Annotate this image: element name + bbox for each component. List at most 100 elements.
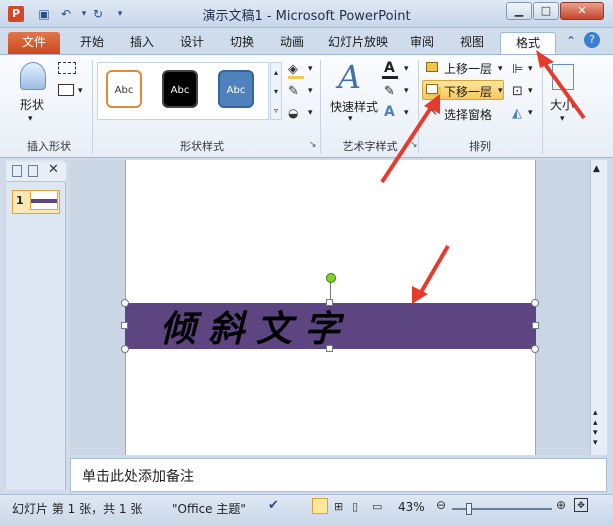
shapes-icon[interactable] [20, 62, 46, 90]
shape-fill-dropdown-icon[interactable]: ▾ [308, 64, 313, 74]
text-outline-icon[interactable]: ✎ [384, 84, 395, 99]
selection-pane-button[interactable]: 选择窗格 [444, 106, 492, 123]
separator [92, 60, 93, 154]
shape-effects-icon[interactable]: ◒ [288, 106, 304, 120]
edit-shape-icon[interactable] [58, 62, 76, 74]
shape-style-1[interactable]: Abc [106, 70, 142, 108]
resize-handle-bottom-left[interactable] [121, 345, 129, 353]
tab-format[interactable]: 格式 [500, 32, 556, 54]
send-backward-label: 下移一层 [444, 85, 493, 99]
minimize-button[interactable]: ▁ [506, 2, 532, 20]
slide-info: 幻灯片 第 1 张，共 1 张 [12, 502, 143, 516]
text-fill-icon[interactable]: A [384, 60, 395, 76]
separator [418, 60, 419, 154]
gallery-scroll[interactable]: ▴ ▾ ▿ [270, 62, 282, 120]
bring-forward-icon[interactable] [426, 62, 438, 72]
text-box-dropdown-icon[interactable]: ▾ [78, 86, 83, 96]
arrange-group-label: 排列 [469, 140, 491, 153]
shapes-dropdown-icon[interactable]: ▾ [28, 114, 33, 124]
wordart-launcher-icon[interactable]: ↘ [410, 140, 418, 150]
quick-styles-label[interactable]: 快速样式 [330, 98, 378, 115]
theme-name[interactable]: "Office 主题" [172, 500, 246, 517]
reading-view-icon[interactable]: ▯ [352, 500, 358, 513]
shape-outline-icon[interactable]: ✎ [288, 84, 304, 99]
shape-fill-color-bar [288, 76, 304, 79]
minimize-ribbon-icon[interactable]: ⌃ [566, 34, 576, 48]
textbox-text[interactable]: 倾斜文字 [160, 300, 420, 352]
close-button[interactable]: ✕ [560, 2, 604, 20]
shape-styles-launcher-icon[interactable]: ↘ [309, 140, 317, 150]
text-fill-dropdown-icon[interactable]: ▾ [404, 64, 409, 74]
tab-view[interactable]: 视图 [450, 32, 494, 54]
bring-forward-button[interactable]: 上移一层 [444, 60, 492, 77]
notes-placeholder[interactable]: 单击此处添加备注 [82, 466, 194, 486]
group-dropdown-icon[interactable]: ▾ [528, 86, 533, 96]
size-label[interactable]: 大小 [550, 96, 574, 113]
resize-handle-top-right[interactable] [531, 299, 539, 307]
zoom-level[interactable]: 43% [398, 500, 425, 514]
help-icon[interactable]: ? [584, 32, 600, 48]
normal-view-icon[interactable] [312, 498, 328, 514]
insert-shapes-group-label: 插入形状 [27, 140, 71, 153]
zoom-slider-thumb[interactable] [466, 503, 472, 515]
scroll-up-icon[interactable]: ▲ [593, 164, 600, 174]
tab-transitions[interactable]: 切换 [220, 32, 264, 54]
wordart-icon[interactable]: A [338, 58, 361, 96]
resize-handle-bottom-right[interactable] [531, 345, 539, 353]
zoom-out-icon[interactable]: ⊖ [436, 498, 446, 512]
spell-check-icon[interactable]: ✔ [268, 498, 279, 513]
resize-handle-bottom[interactable] [326, 345, 333, 352]
tab-design[interactable]: 设计 [170, 32, 214, 54]
send-backward-icon [426, 84, 438, 94]
rotation-handle[interactable] [326, 273, 336, 283]
resize-handle-right[interactable] [532, 322, 539, 329]
tab-home[interactable]: 开始 [70, 32, 114, 54]
slide-number: 1 [16, 194, 24, 207]
next-slide-icon[interactable]: ▾ ▾ [593, 428, 598, 448]
thumbnail-shape [31, 199, 57, 203]
separator [320, 60, 321, 154]
text-fill-color-bar [382, 76, 398, 79]
shape-style-3[interactable]: Abc [218, 70, 254, 108]
rotate-icon[interactable]: ◭ [512, 106, 522, 121]
shape-styles-group-label: 形状样式 [180, 140, 224, 153]
fit-to-window-icon[interactable]: ✥ [574, 498, 588, 512]
shapes-label[interactable]: 形状 [20, 96, 44, 113]
tab-animations[interactable]: 动画 [270, 32, 314, 54]
size-icon[interactable] [552, 64, 574, 90]
selection-pane-icon[interactable]: ↖ [428, 104, 438, 118]
shape-outline-dropdown-icon[interactable]: ▾ [308, 86, 313, 96]
rotate-dropdown-icon[interactable]: ▾ [528, 108, 533, 118]
send-backward-dropdown-icon[interactable]: ▾ [498, 86, 503, 96]
shape-effects-dropdown-icon[interactable]: ▾ [308, 108, 313, 118]
maximize-button[interactable]: □ [533, 2, 559, 20]
text-effects-dropdown-icon[interactable]: ▾ [404, 108, 409, 118]
group-objects-icon[interactable]: ⊡ [512, 84, 523, 99]
slides-tab-icon[interactable] [12, 165, 22, 177]
text-outline-dropdown-icon[interactable]: ▾ [404, 86, 409, 96]
bring-forward-dropdown-icon[interactable]: ▾ [498, 64, 503, 74]
text-effects-icon[interactable]: A [384, 104, 395, 120]
tab-file[interactable]: 文件 [8, 32, 60, 54]
slideshow-view-icon[interactable]: ▭ [372, 500, 382, 513]
text-box-icon[interactable] [58, 84, 74, 96]
slide-sorter-icon[interactable]: ⊞ [334, 500, 343, 513]
wordart-group-label: 艺术字样式 [342, 140, 398, 153]
separator [542, 60, 543, 154]
align-icon[interactable]: ⊫ [512, 62, 523, 77]
size-dropdown-icon[interactable]: ▾ [560, 114, 565, 124]
tab-review[interactable]: 审阅 [400, 32, 444, 54]
outline-tab-icon[interactable] [28, 165, 38, 177]
shape-fill-icon[interactable]: ◈ [288, 62, 304, 77]
resize-handle-left[interactable] [121, 322, 128, 329]
resize-handle-top-left[interactable] [121, 299, 129, 307]
shape-style-2[interactable]: Abc [162, 70, 198, 108]
resize-handle-top[interactable] [326, 299, 333, 306]
align-dropdown-icon[interactable]: ▾ [528, 64, 533, 74]
zoom-in-icon[interactable]: ⊕ [556, 498, 566, 512]
quick-styles-dropdown-icon[interactable]: ▾ [348, 114, 353, 124]
close-pane-icon[interactable]: ✕ [48, 162, 59, 177]
tab-insert[interactable]: 插入 [120, 32, 164, 54]
tab-slideshow[interactable]: 幻灯片放映 [322, 32, 394, 54]
prev-slide-icon[interactable]: ▴ ▴ [593, 408, 598, 428]
